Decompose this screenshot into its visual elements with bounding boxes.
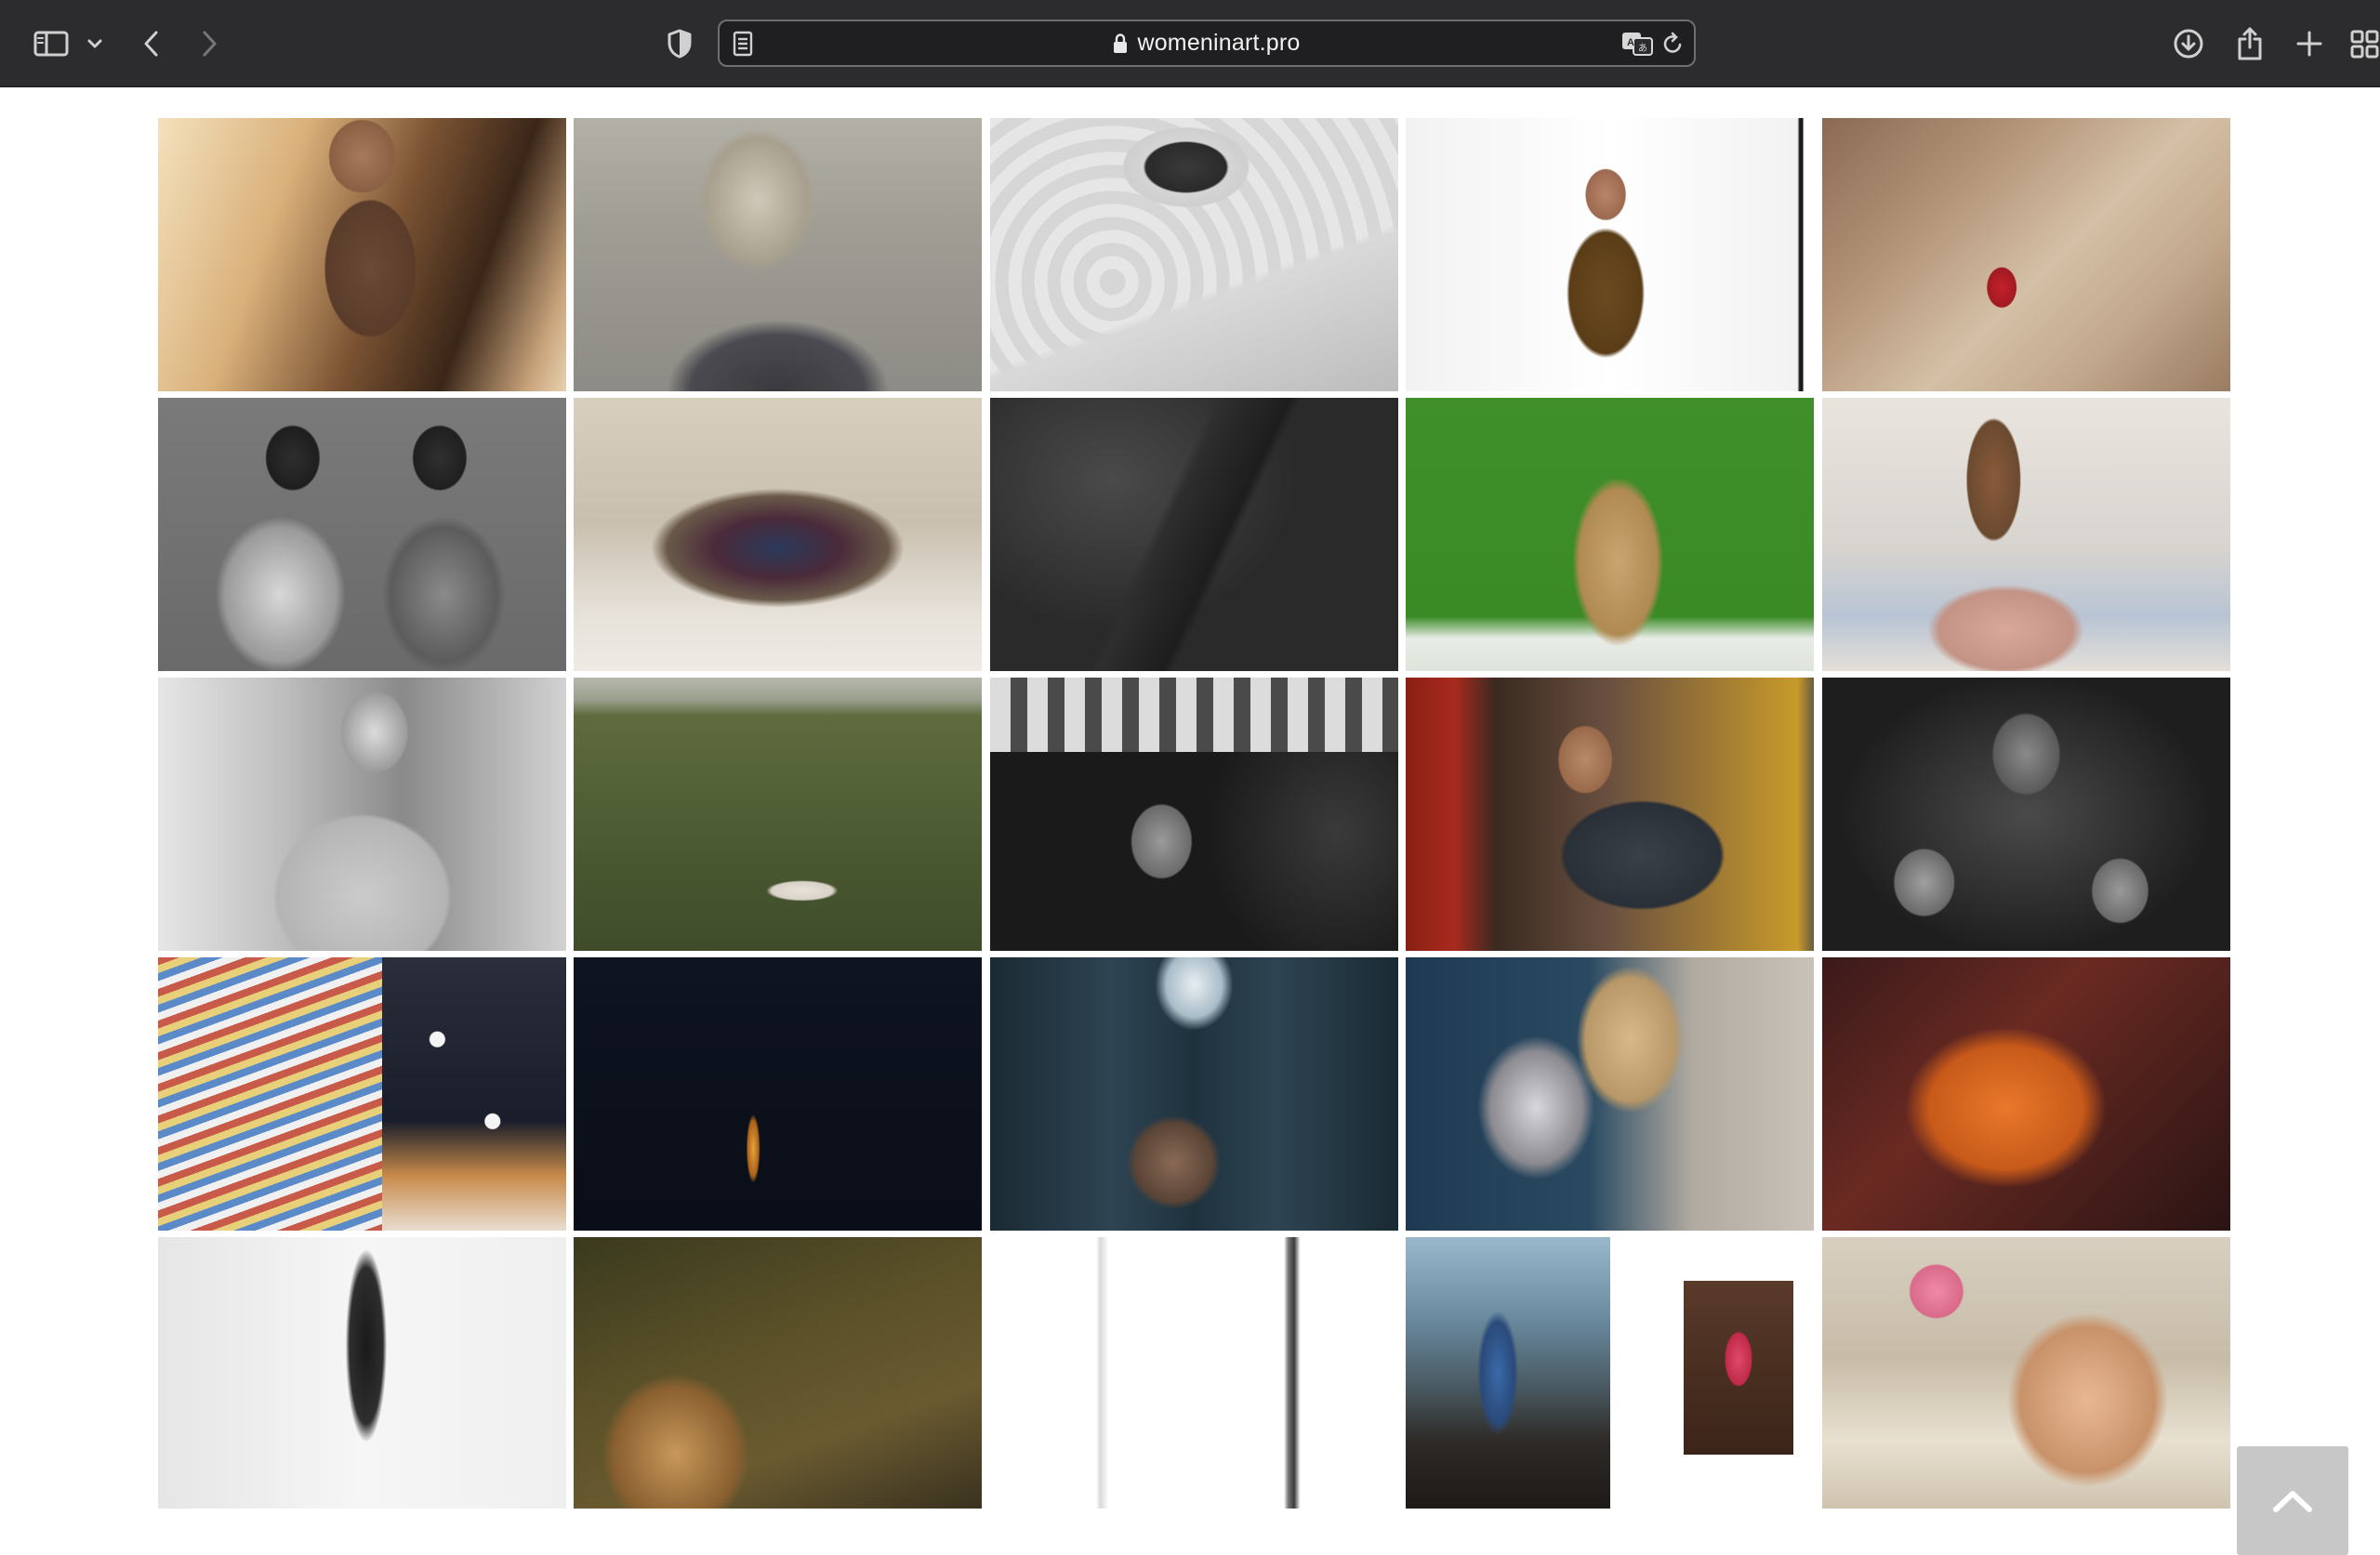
back-to-top-button[interactable] [2237,1446,2348,1555]
back-arrow-icon[interactable] [136,20,167,67]
share-icon[interactable] [2231,20,2268,67]
lock-icon [1113,33,1128,54]
forward-arrow-icon[interactable] [193,20,225,67]
gallery-photo[interactable] [990,957,1398,1231]
reload-icon[interactable] [1660,31,1685,61]
sidebar-toggle-icon[interactable] [28,20,74,67]
gallery-photo[interactable] [990,678,1398,951]
privacy-shield-icon[interactable] [664,20,695,67]
gallery-photo[interactable] [158,957,566,1231]
gallery-photo[interactable] [574,678,982,951]
gallery-photo[interactable] [990,398,1398,671]
gallery-photo[interactable] [1406,957,1814,1231]
svg-text:A: A [1627,37,1634,48]
chevron-down-icon[interactable] [82,20,108,67]
gallery-photo[interactable] [990,1237,1398,1509]
gallery-photo[interactable] [158,1237,566,1509]
downloads-icon[interactable] [2170,20,2207,67]
svg-text:あ: あ [1638,43,1647,54]
tab-overview-icon[interactable] [2348,20,2380,67]
gallery-photo[interactable] [1822,398,2230,671]
gallery-photo[interactable] [1406,118,1814,391]
gallery-photo[interactable] [1406,1237,1814,1509]
new-tab-icon[interactable] [2291,20,2328,67]
gallery-photo[interactable] [1822,957,2230,1231]
gallery-photo[interactable] [574,957,982,1231]
translate-icon[interactable]: Aあ [1621,31,1653,61]
reader-mode-icon[interactable] [733,31,753,61]
photo-gallery [0,88,2380,1555]
gallery-photo[interactable] [1822,118,2230,391]
gallery-photo[interactable] [990,118,1398,391]
gallery-photo[interactable] [158,118,566,391]
gallery-photo[interactable] [574,398,982,671]
chevron-up-icon [2273,1490,2312,1512]
gallery-photo[interactable] [574,118,982,391]
gallery-photo[interactable] [1822,1237,2230,1509]
gallery-photo[interactable] [158,678,566,951]
gallery-photo[interactable] [158,398,566,671]
url-text: womeninart.pro [1137,30,1301,56]
address-bar[interactable]: womeninart.pro Aあ [718,20,1696,67]
gallery-photo[interactable] [1406,398,1814,671]
gallery-photo[interactable] [1822,678,2230,951]
gallery-photo[interactable] [574,1237,982,1509]
gallery-photo[interactable] [1406,678,1814,951]
browser-toolbar: womeninart.pro Aあ [0,0,2380,87]
